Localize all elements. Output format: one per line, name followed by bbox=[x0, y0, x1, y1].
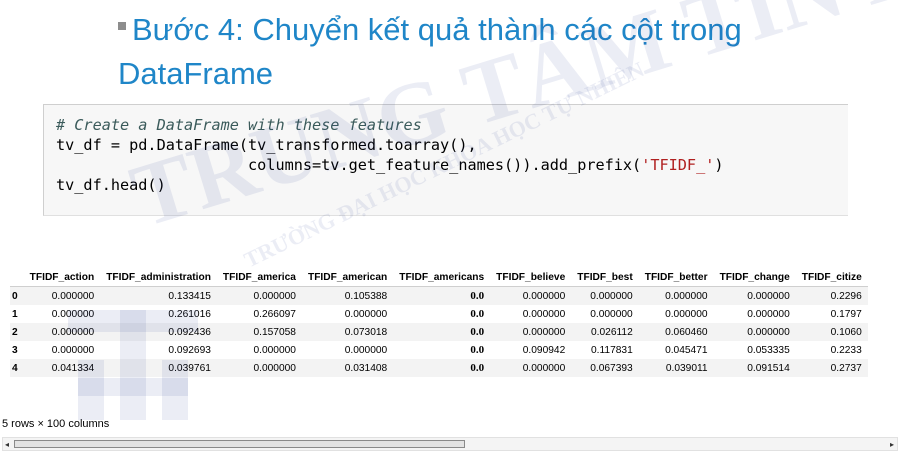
table-cell: 0.1060 bbox=[830, 326, 862, 338]
row-index: 0 bbox=[12, 290, 18, 302]
table-cell: 0.000000 bbox=[344, 308, 388, 320]
index-header bbox=[10, 268, 24, 287]
table-cell: 0.105388 bbox=[344, 290, 388, 302]
table-cell: 0.000000 bbox=[253, 290, 296, 302]
table-cell: 0.039011 bbox=[665, 362, 708, 374]
table-cell: 0.133415 bbox=[168, 290, 211, 302]
table-cell: 0.000000 bbox=[522, 362, 566, 374]
code-line-4: tv_df.head() bbox=[56, 176, 166, 194]
slide-title: Bước 4: Chuyển kết quả thành các cột tro… bbox=[118, 8, 858, 96]
code-string: 'TFIDF_' bbox=[641, 156, 715, 174]
row-index: 2 bbox=[12, 326, 18, 338]
table-cell: 0.000000 bbox=[253, 362, 296, 374]
column-header: TFIDF_american bbox=[301, 268, 394, 287]
column-header: TFIDF_citize bbox=[795, 268, 868, 287]
code-line-3-end: ) bbox=[714, 156, 724, 174]
table-cell: 0.000000 bbox=[665, 290, 708, 302]
column-header: TFIDF_better bbox=[638, 268, 714, 287]
table-row: 2 0.000000 0.092436 0.157058 0.073018 0.… bbox=[10, 323, 868, 341]
dataframe-shape-note: 5 rows × 100 columns bbox=[2, 418, 110, 430]
table-cell: 0.2296 bbox=[830, 290, 862, 302]
table-cell: 0.2233 bbox=[830, 344, 862, 356]
table-cell: 0.039761 bbox=[168, 362, 211, 374]
table-cell: 0.0 bbox=[470, 326, 485, 338]
dataframe-output: TFIDF_action TFIDF_administration TFIDF_… bbox=[10, 268, 904, 377]
table-cell: 0.000000 bbox=[344, 344, 388, 356]
table-cell: 0.000000 bbox=[253, 344, 296, 356]
table-cell: 0.0 bbox=[470, 344, 485, 356]
dataframe-table: TFIDF_action TFIDF_administration TFIDF_… bbox=[10, 268, 868, 377]
table-cell: 0.266097 bbox=[253, 308, 296, 320]
slide-title-text: Bước 4: Chuyển kết quả thành các cột tro… bbox=[118, 12, 742, 91]
code-cell[interactable]: # Create a DataFrame with these features… bbox=[43, 104, 848, 216]
table-cell: 0.0 bbox=[470, 308, 485, 320]
table-cell: 0.073018 bbox=[344, 326, 388, 338]
scrollbar-thumb[interactable] bbox=[14, 440, 465, 448]
column-header: TFIDF_change bbox=[713, 268, 796, 287]
table-row: 4 0.041334 0.039761 0.000000 0.031408 0.… bbox=[10, 359, 868, 377]
horizontal-scrollbar[interactable]: ◂ ▸ bbox=[2, 437, 898, 451]
table-cell: 0.000000 bbox=[747, 308, 790, 320]
table-cell: 0.000000 bbox=[665, 308, 708, 320]
code-line-2: tv_df = pd.DataFrame(tv_transformed.toar… bbox=[56, 136, 477, 154]
table-cell: 0.092693 bbox=[168, 344, 211, 356]
table-cell: 0.261016 bbox=[168, 308, 211, 320]
table-cell: 0.0 bbox=[470, 290, 485, 302]
bullet-icon bbox=[118, 21, 126, 30]
table-cell: 0.067393 bbox=[590, 362, 633, 374]
table-row: 0 0.000000 0.133415 0.000000 0.105388 0.… bbox=[10, 286, 868, 305]
table-cell: 0.000000 bbox=[51, 308, 95, 320]
table-cell: 0.092436 bbox=[168, 326, 211, 338]
table-cell: 0.000000 bbox=[51, 344, 95, 356]
table-cell: 0.000000 bbox=[590, 290, 633, 302]
table-cell: 0.1797 bbox=[830, 308, 862, 320]
table-cell: 0.000000 bbox=[522, 326, 566, 338]
header-row: TFIDF_action TFIDF_administration TFIDF_… bbox=[10, 268, 868, 287]
table-cell: 0.2737 bbox=[830, 362, 862, 374]
row-index: 4 bbox=[12, 362, 18, 374]
scroll-left-icon[interactable]: ◂ bbox=[5, 440, 9, 450]
table-cell: 0.157058 bbox=[253, 326, 296, 338]
table-cell: 0.0 bbox=[470, 362, 485, 374]
table-cell: 0.000000 bbox=[51, 326, 95, 338]
table-cell: 0.117831 bbox=[591, 344, 633, 356]
table-cell: 0.000000 bbox=[747, 290, 790, 302]
table-cell: 0.041334 bbox=[51, 362, 95, 374]
column-header: TFIDF_best bbox=[571, 268, 639, 287]
column-header: TFIDF_action bbox=[23, 268, 101, 287]
column-header: TFIDF_america bbox=[216, 268, 302, 287]
table-cell: 0.045471 bbox=[665, 344, 708, 356]
column-header: TFIDF_believe bbox=[490, 268, 572, 287]
table-cell: 0.000000 bbox=[747, 326, 790, 338]
table-cell: 0.000000 bbox=[522, 308, 566, 320]
code-comment: # Create a DataFrame with these features bbox=[56, 116, 422, 134]
table-cell: 0.000000 bbox=[590, 308, 633, 320]
column-header: TFIDF_americans bbox=[393, 268, 491, 287]
row-index: 1 bbox=[12, 308, 18, 320]
table-row: 3 0.000000 0.092693 0.000000 0.000000 0.… bbox=[10, 341, 868, 359]
table-cell: 0.053335 bbox=[747, 344, 790, 356]
table-row: 1 0.000000 0.261016 0.266097 0.000000 0.… bbox=[10, 305, 868, 323]
table-cell: 0.000000 bbox=[522, 290, 566, 302]
table-cell: 0.000000 bbox=[51, 290, 95, 302]
table-cell: 0.091514 bbox=[747, 362, 790, 374]
table-cell: 0.026112 bbox=[591, 326, 633, 338]
column-header: TFIDF_administration bbox=[100, 268, 217, 287]
scroll-right-icon[interactable]: ▸ bbox=[890, 440, 894, 450]
code-line-3: columns=tv.get_feature_names()).add_pref… bbox=[56, 156, 642, 174]
table-cell: 0.060460 bbox=[665, 326, 708, 338]
row-index: 3 bbox=[12, 344, 18, 356]
table-cell: 0.031408 bbox=[344, 362, 388, 374]
table-cell: 0.090942 bbox=[522, 344, 566, 356]
